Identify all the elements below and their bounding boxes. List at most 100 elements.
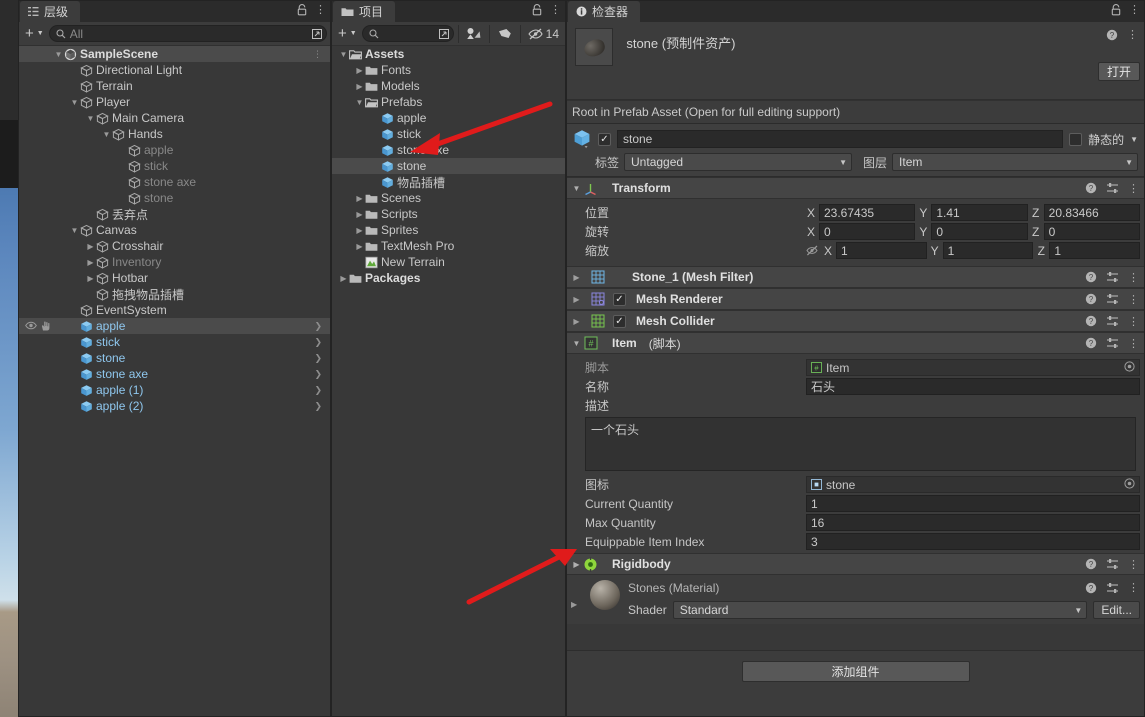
component-enabled-checkbox[interactable]: ✓ [613,314,626,328]
project-item[interactable]: ▶ New Terrain [332,254,565,270]
transform-y-input[interactable]: 0 [931,223,1028,240]
tag-dropdown[interactable]: Untagged ▼ [624,153,853,171]
preset-icon[interactable] [1106,182,1119,194]
kebab-icon[interactable]: ⋮ [1128,182,1139,195]
transform-x-input[interactable]: 23.67435 [819,204,916,221]
open-prefab-chevron-icon[interactable]: ❯ [314,337,322,348]
eye-icon[interactable] [25,321,37,330]
collapse-arrow-icon[interactable]: ▼ [69,98,80,107]
transform-z-input[interactable]: 20.83466 [1043,204,1140,221]
tab-hierarchy[interactable]: 层级 [20,1,81,22]
open-prefab-chevron-icon[interactable]: ❯ [314,369,322,380]
hierarchy-search-input[interactable]: All [48,25,327,42]
transform-y-input[interactable]: 1 [942,242,1034,259]
project-item[interactable]: ▶ stone axe [332,142,565,158]
component-header[interactable]: ▶ Stone_1 (Mesh Filter)? ⋮ [567,266,1144,288]
help-icon[interactable]: ? [1106,29,1118,41]
hierarchy-item[interactable]: ▶ Directional Light [19,62,330,78]
collapse-arrow-icon[interactable]: ▼ [338,50,349,59]
transform-x-input[interactable]: 1 [836,242,927,259]
hierarchy-item[interactable]: ▼ Canvas [19,222,330,238]
hierarchy-item[interactable]: ▶ stone axe [19,174,330,190]
help-icon[interactable]: ? [1085,582,1097,594]
component-header[interactable]: ▶ ✓ Mesh Collider? ⋮ [567,310,1144,332]
transform-z-input[interactable]: 0 [1043,223,1140,240]
open-prefab-chevron-icon[interactable]: ❯ [314,401,322,412]
hierarchy-item[interactable]: ▼ Hands [19,126,330,142]
hierarchy-item[interactable]: ▶ stone [19,190,330,206]
search-filter-icon[interactable] [437,27,451,41]
expand-arrow-icon[interactable]: ▶ [571,560,582,569]
open-prefab-chevron-icon[interactable]: ❯ [314,353,322,364]
item-text-input[interactable]: 3 [806,533,1140,550]
save-search-icon[interactable] [463,24,485,43]
search-filter-icon[interactable] [310,27,324,41]
project-item[interactable]: ▶ Scenes [332,190,565,206]
project-item[interactable]: ▶ Packages [332,270,565,286]
item-object-field[interactable]: stone [806,476,1140,493]
project-item[interactable]: ▶ 物品插槽 [332,174,565,190]
hierarchy-item[interactable]: ▶ stick [19,158,330,174]
kebab-icon[interactable]: ⋮ [1128,271,1139,284]
hierarchy-item[interactable]: ▼ Player [19,94,330,110]
hierarchy-item[interactable]: ▶ Hotbar [19,270,330,286]
object-picker-icon[interactable] [1124,360,1135,375]
preset-icon[interactable] [1106,315,1119,327]
hidden-packages-count[interactable]: 14 [525,24,562,43]
item-text-input[interactable]: 1 [806,495,1140,512]
hierarchy-item[interactable]: ▼ Main Camera [19,110,330,126]
help-icon[interactable]: ? [1085,315,1097,327]
hierarchy-item[interactable]: ▶ apple ❯ [19,318,330,334]
scene-view-strip[interactable] [0,0,20,717]
help-icon[interactable]: ? [1085,293,1097,305]
project-item[interactable]: ▶ apple [332,110,565,126]
component-header[interactable]: ▶ ✓ Mesh Renderer? ⋮ [567,288,1144,310]
expand-arrow-icon[interactable]: ▶ [354,242,365,251]
item-text-input[interactable]: 石头 [806,378,1140,395]
component-header-rigidbody[interactable]: ▶ Rigidbody ? ⋮ [567,553,1144,575]
visibility-and-pick-icons[interactable] [25,321,52,331]
layer-dropdown[interactable]: Item ▼ [892,153,1138,171]
hierarchy-item[interactable]: ▶ stone ❯ [19,350,330,366]
hierarchy-item[interactable]: ▶ Crosshair [19,238,330,254]
shader-edit-button[interactable]: Edit... [1093,601,1140,619]
shader-dropdown[interactable]: Standard ▼ [672,601,1088,619]
expand-arrow-icon[interactable]: ▶ [85,274,96,283]
hierarchy-item[interactable]: ▶ stick ❯ [19,334,330,350]
hierarchy-item[interactable]: ▶ 丢弃点 [19,206,330,222]
expand-arrow-icon[interactable]: ▶ [85,242,96,251]
hierarchy-item[interactable]: ▶ 拖拽物品插槽 [19,286,330,302]
hierarchy-item[interactable]: ▶ apple [19,142,330,158]
preset-icon[interactable] [1106,558,1119,570]
expand-arrow-icon[interactable]: ▶ [571,600,577,609]
hierarchy-item[interactable]: ▶ stone axe ❯ [19,366,330,382]
expand-arrow-icon[interactable]: ▼ [571,339,582,348]
kebab-icon[interactable]: ⋮ [1129,3,1140,16]
collapse-arrow-icon[interactable]: ▼ [85,114,96,123]
transform-z-input[interactable]: 1 [1049,242,1141,259]
hierarchy-item[interactable]: ▶ apple (2) ❯ [19,398,330,414]
kebab-icon[interactable]: ⋮ [550,3,561,16]
preset-icon[interactable] [1106,337,1119,349]
project-item[interactable]: ▶ stick [332,126,565,142]
scale-uniform-lock-icon[interactable] [806,245,820,256]
tab-project[interactable]: 项目 [333,1,396,22]
kebab-icon[interactable]: ⋮ [315,3,326,16]
open-prefab-chevron-icon[interactable]: ❯ [314,385,322,396]
hierarchy-item[interactable]: ▶ EventSystem [19,302,330,318]
hierarchy-item[interactable]: ▶ Inventory [19,254,330,270]
project-search-input[interactable] [361,25,454,42]
kebab-icon[interactable]: ⋮ [1128,315,1139,328]
expand-arrow-icon[interactable]: ▶ [354,226,365,235]
component-enabled-checkbox[interactable]: ✓ [613,292,626,306]
component-header-transform[interactable]: ▼ Transform ? ⋮ [567,177,1144,199]
gameobject-name-input[interactable]: stone [617,130,1064,148]
static-dropdown-icon[interactable]: ▼ [1130,135,1138,144]
expand-arrow-icon[interactable]: ▶ [354,210,365,219]
expand-arrow-icon[interactable]: ▶ [571,295,582,304]
kebab-icon[interactable]: ⋮ [313,49,322,60]
project-item[interactable]: ▶ Fonts [332,62,565,78]
help-icon[interactable]: ? [1085,337,1097,349]
collapse-arrow-icon[interactable]: ▼ [101,130,112,139]
project-item[interactable]: ▼ Prefabs [332,94,565,110]
